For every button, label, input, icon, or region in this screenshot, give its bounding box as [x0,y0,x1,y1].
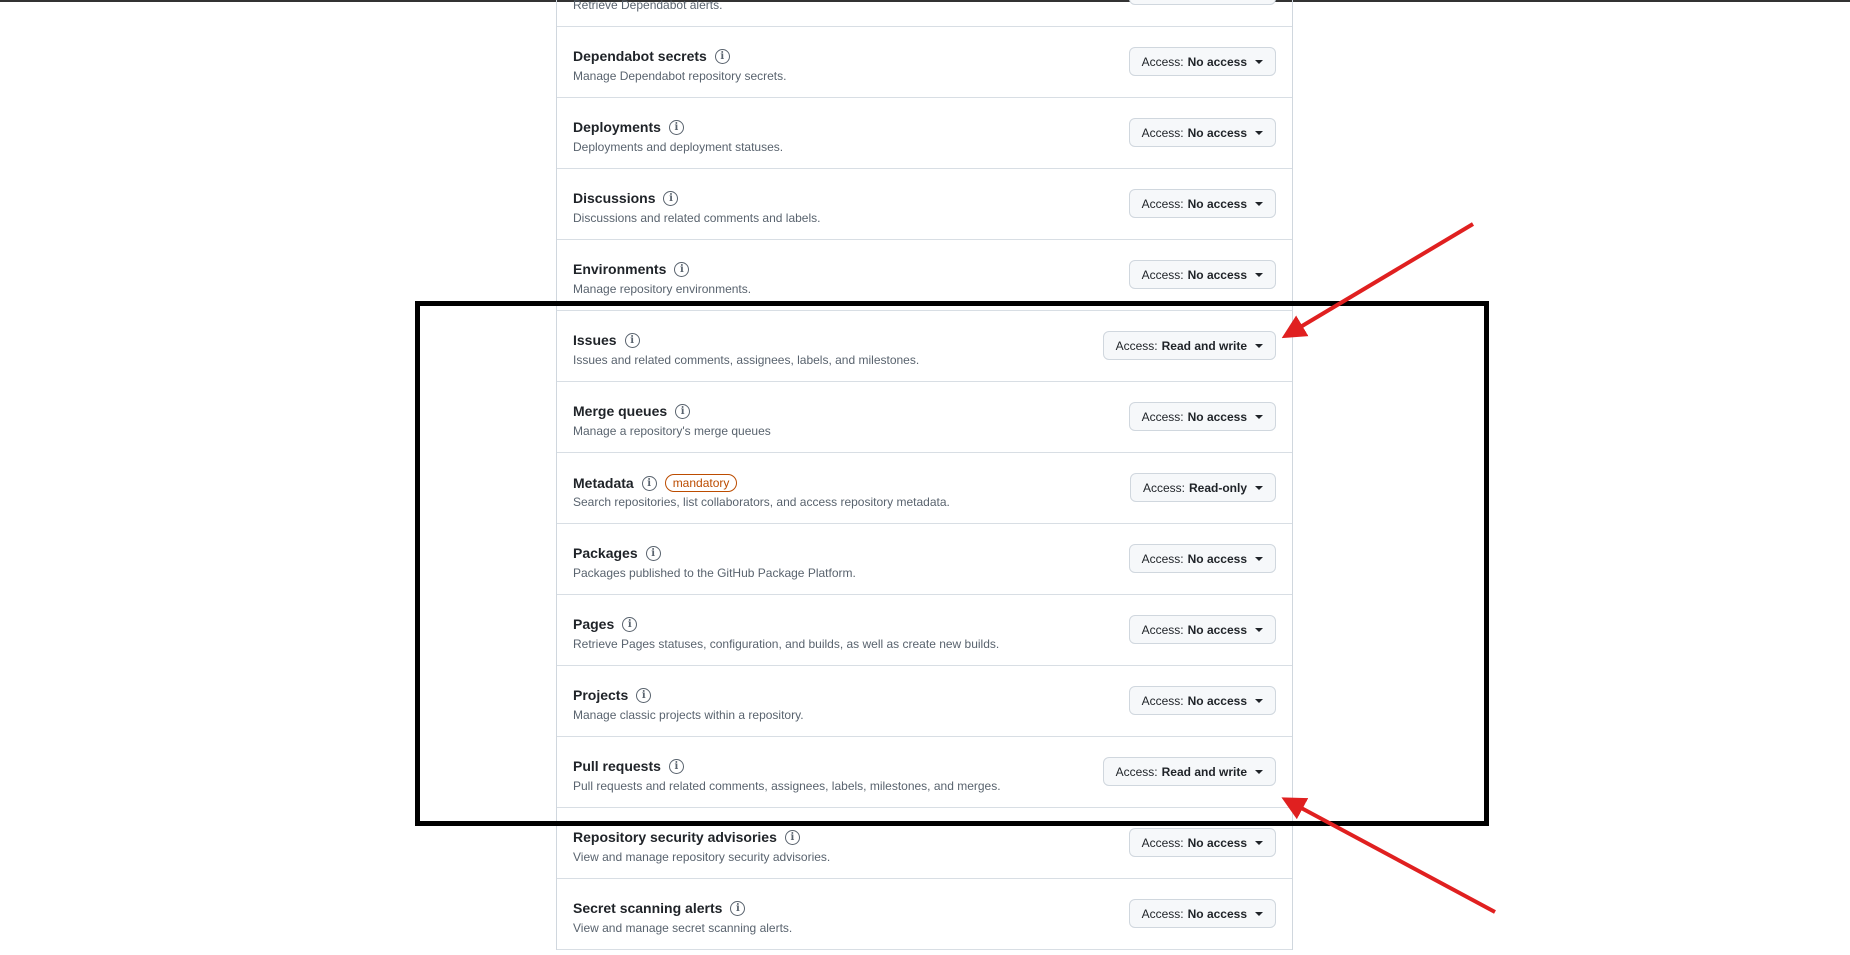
arrow-to-pull-requests [1281,797,1496,914]
arrow-to-issues [1281,222,1475,339]
annotation-arrows [1281,222,1496,914]
